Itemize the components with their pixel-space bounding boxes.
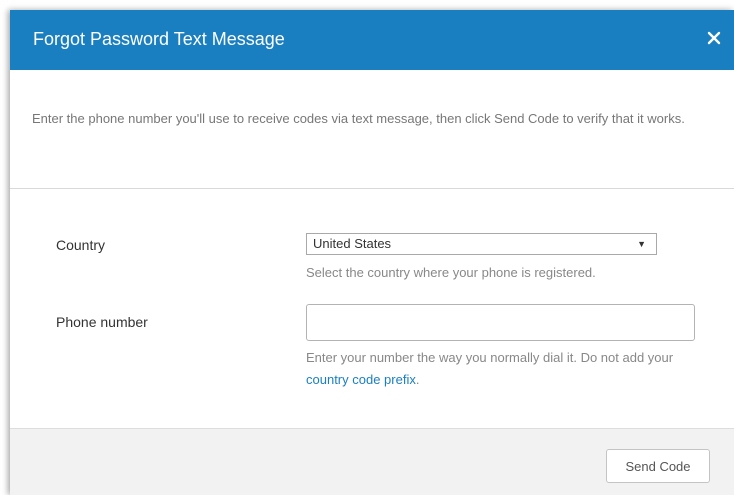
country-select[interactable]: United States ▼ bbox=[306, 233, 657, 255]
country-select-value: United States bbox=[313, 236, 392, 251]
dialog-title: Forgot Password Text Message bbox=[33, 29, 285, 49]
country-label: Country bbox=[56, 237, 106, 253]
dialog-header: Forgot Password Text Message bbox=[10, 10, 734, 70]
phone-help-text-end: . bbox=[415, 372, 420, 387]
dropdown-arrow-icon: ▼ bbox=[637, 239, 646, 249]
country-help-text: Select the country where your phone is r… bbox=[306, 265, 596, 280]
phone-help-text-start: Enter your number the way you normally d… bbox=[306, 350, 674, 365]
phone-help-text: Enter your number the way you normally d… bbox=[306, 347, 706, 391]
intro-text: Enter the phone number you'll use to rec… bbox=[32, 111, 685, 126]
close-icon bbox=[707, 31, 721, 45]
country-code-prefix-link[interactable]: country code prefix bbox=[306, 372, 416, 387]
section-divider bbox=[10, 188, 734, 189]
phone-number-label: Phone number bbox=[56, 314, 148, 330]
forgot-password-dialog: Forgot Password Text Message Enter the p… bbox=[10, 10, 734, 495]
send-code-button[interactable]: Send Code bbox=[606, 449, 710, 483]
close-button[interactable] bbox=[700, 24, 728, 52]
phone-number-input[interactable] bbox=[306, 304, 695, 341]
